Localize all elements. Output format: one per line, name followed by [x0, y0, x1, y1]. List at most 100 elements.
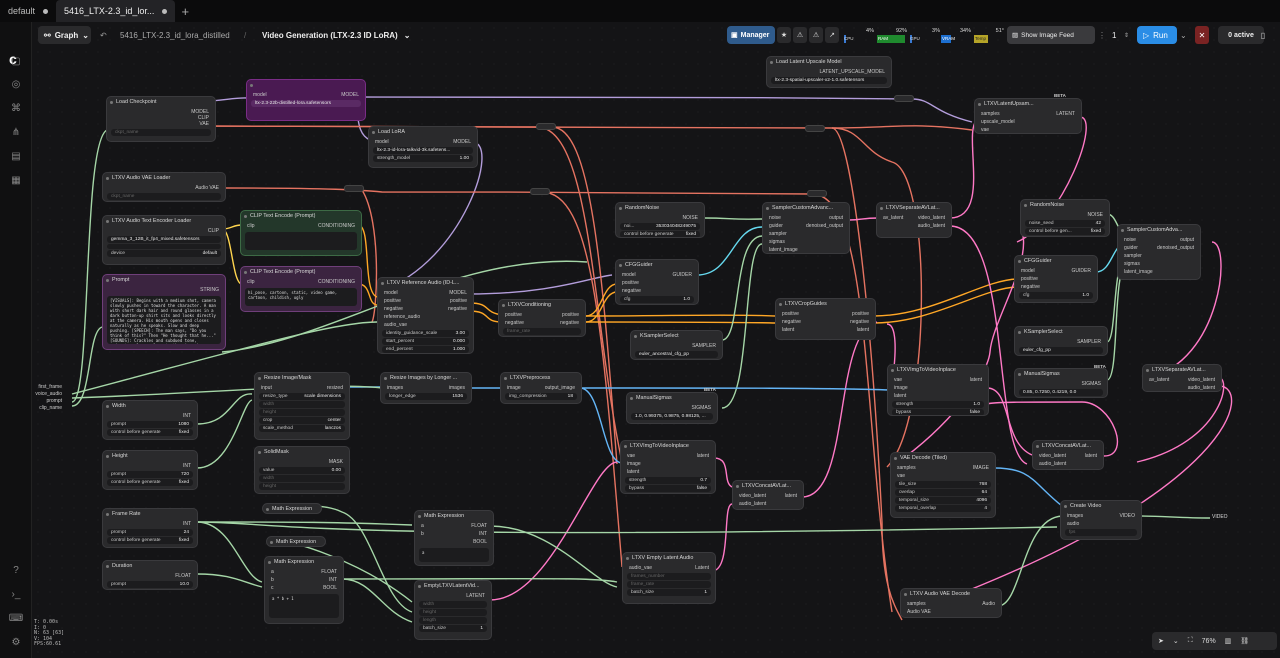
device-widget[interactable]: device default	[107, 250, 221, 257]
node-resize-image-mask[interactable]: Resize Image/Mask input resized resize_ty…	[254, 372, 350, 440]
input-samples[interactable]: samples	[897, 465, 916, 471]
node-prompt[interactable]: Prompt STRING [VISUALS]: Begins with a m…	[102, 274, 226, 350]
subgraph-output-video[interactable]: VIDEO	[1212, 514, 1228, 520]
width-widget[interactable]: width	[259, 475, 345, 482]
input-negative[interactable]: negative	[1015, 283, 1097, 291]
link-visibility-icon[interactable]: ⛓	[1240, 637, 1249, 645]
output-conditioning[interactable]: CONDITIONING	[318, 278, 355, 286]
output-guider[interactable]: GUIDER	[1072, 267, 1091, 275]
alert-icon[interactable]: ⚠	[793, 27, 807, 43]
output-bool[interactable]: BOOL	[323, 584, 337, 592]
node-frame-rate[interactable]: Frame Rate INT prompt 24 control before g…	[102, 508, 198, 548]
node-manual-sigmas-2[interactable]: ManualSigmas SIGMAS 0.85, 0.7250, 0.4219…	[1014, 368, 1108, 398]
subgraph-input-voice-audio[interactable]: voice_audio	[32, 391, 62, 398]
input-sampler[interactable]: sampler	[763, 230, 849, 238]
input-a[interactable]: a	[421, 523, 424, 529]
input-latent[interactable]: latent	[888, 392, 988, 400]
run-options-chevron-icon[interactable]: ⌄	[1180, 26, 1187, 44]
batch-size-widget[interactable]: batch_size 1	[419, 625, 487, 632]
output-resized[interactable]: resized	[327, 384, 343, 392]
node-lora-loader-bypassed[interactable]: model MODEL ltx-2.3-22b-distilled-lora.sa…	[246, 79, 366, 121]
output-output[interactable]: output	[1180, 236, 1194, 244]
longer-edge-widget[interactable]: longer_edge 1536	[385, 393, 467, 400]
reroute-node[interactable]	[344, 185, 364, 192]
node-random-noise-2[interactable]: RandomNoise NOISE noise_seed 42 control b…	[1020, 199, 1110, 237]
input-clip[interactable]: clip	[247, 279, 255, 285]
node-manual-sigmas-1[interactable]: ManualSigmas SIGMAS 1.0, 0.99375, 0.9875…	[626, 392, 718, 424]
reroute-node[interactable]	[805, 125, 825, 132]
height-widget[interactable]: height	[419, 609, 487, 616]
input-positive[interactable]: positive	[782, 311, 799, 317]
output-noise[interactable]: NOISE	[616, 214, 704, 222]
input-model[interactable]: model	[622, 272, 636, 278]
node-audio-text-encoder[interactable]: LTXV Audio Text Encoder Loader CLIP gemm…	[102, 215, 226, 265]
new-tab-button[interactable]: +	[175, 4, 195, 19]
lora-name-widget[interactable]: ltx-2.3-id-lora-talkvid-3k.safetens...	[373, 147, 473, 154]
control-widget[interactable]: control before generate fixed	[107, 429, 193, 436]
help-icon[interactable]: ?	[8, 562, 24, 578]
output-video-latent[interactable]: video_latent	[1188, 376, 1215, 384]
output-video-latent[interactable]: video_latent	[918, 214, 945, 222]
input-guider[interactable]: guider	[769, 223, 783, 229]
graph-canvas[interactable]: Load Checkpoint MODEL CLIP VAE ckpt_name…	[32, 22, 1280, 658]
keyboard-icon[interactable]: ⌨	[8, 610, 24, 626]
control-widget[interactable]: control before generate fixed	[107, 479, 193, 486]
close-icon[interactable]	[43, 8, 49, 14]
node-ksampler-select-2[interactable]: KSamplerSelect SAMPLER euler_cfg_pp	[1014, 326, 1108, 356]
output-latent[interactable]: latent	[970, 376, 982, 384]
input-av-latent[interactable]: av_latent	[883, 215, 903, 221]
cfg-widget[interactable]: cfg 1.0	[1019, 292, 1093, 299]
node-audio-vae-loader[interactable]: LTXV Audio VAE Loader Audio VAE ckpt_nam…	[102, 172, 226, 202]
height-widget[interactable]: height	[259, 409, 345, 416]
output-negative[interactable]: negative	[560, 319, 579, 327]
identity-guidance-widget[interactable]: identity_guidance_scale 3.00	[382, 330, 469, 337]
input-samples[interactable]: samples	[907, 601, 926, 607]
output-latent[interactable]: LATENT	[415, 592, 491, 600]
resize-type-widget[interactable]: resize_type scale dimensions	[259, 393, 345, 400]
star-icon[interactable]: ★	[777, 27, 791, 43]
input-vae[interactable]: vae	[891, 472, 995, 480]
length-widget[interactable]: length	[419, 617, 487, 624]
frames-number-widget[interactable]: frames_number	[627, 573, 711, 580]
control-widget[interactable]: control before gen... fixed	[1025, 228, 1105, 235]
input-reference-audio[interactable]: reference_audio	[378, 313, 473, 321]
output-sigmas[interactable]: SIGMAS	[1015, 380, 1107, 388]
strength-model-widget[interactable]: strength_model 1.00	[373, 155, 473, 162]
reroute-node[interactable]	[894, 95, 914, 102]
input-images[interactable]: images	[387, 385, 403, 391]
node-audio-vae-decode[interactable]: LTXV Audio VAE Decode samples Audio Audio…	[900, 588, 1002, 618]
output-latent[interactable]: latent	[1085, 452, 1097, 460]
text-widget[interactable]	[245, 232, 357, 250]
text-widget[interactable]: hi_pose, cartoon, static, video game, ca…	[245, 288, 357, 306]
output-sampler[interactable]: SAMPLER	[1015, 338, 1107, 346]
sampler-name-widget[interactable]: euler_ancestral_cfg_pp	[635, 351, 718, 358]
output-denoised[interactable]: denoised_output	[806, 222, 843, 230]
output-int[interactable]: INT	[479, 530, 487, 538]
input-audio-vae[interactable]: audio_vae	[629, 565, 652, 571]
subgraph-breadcrumb[interactable]: Video Generation (LTX-2.3 ID LoRA) ⌄	[262, 26, 410, 44]
input-noise[interactable]: noise	[769, 215, 781, 221]
input-video-latent[interactable]: video_latent	[1039, 453, 1066, 459]
subgraph-input-first-frame[interactable]: first_frame	[32, 384, 62, 391]
node-cfg-guider-2[interactable]: CFGGuider model GUIDER positive negative …	[1014, 255, 1098, 303]
output-latent[interactable]: latent	[857, 326, 869, 334]
chevron-down-icon[interactable]: ⌄	[1173, 637, 1179, 645]
reroute-node[interactable]	[807, 190, 827, 197]
image-icon[interactable]: ▢	[8, 53, 24, 69]
output-latent[interactable]: Latent	[695, 564, 709, 572]
input-negative[interactable]: negative	[505, 320, 524, 326]
show-image-feed-button[interactable]: ▨ Show Image Feed	[1007, 26, 1095, 44]
input-positive[interactable]: positive	[384, 298, 401, 304]
minimap-icon[interactable]: ▥	[1225, 637, 1232, 645]
control-widget[interactable]: control before generate fixed	[620, 231, 700, 237]
node-duration[interactable]: Duration FLOAT prompt 10.0	[102, 560, 198, 590]
output-latent[interactable]: LATENT	[1056, 110, 1075, 118]
subgraph-input-prompt[interactable]: prompt	[32, 398, 62, 405]
end-percent-widget[interactable]: end_percent 1.000	[382, 346, 469, 353]
settings-icon[interactable]: ⚙	[8, 634, 24, 650]
workflow-breadcrumb[interactable]: 5416_LTX-2.3_id_lora_distilled	[120, 26, 230, 44]
output-int[interactable]: INT	[103, 462, 197, 470]
input-image[interactable]: image	[621, 460, 715, 468]
prompt-value-widget[interactable]: prompt 720	[107, 471, 193, 478]
height-widget[interactable]: height	[259, 483, 345, 490]
